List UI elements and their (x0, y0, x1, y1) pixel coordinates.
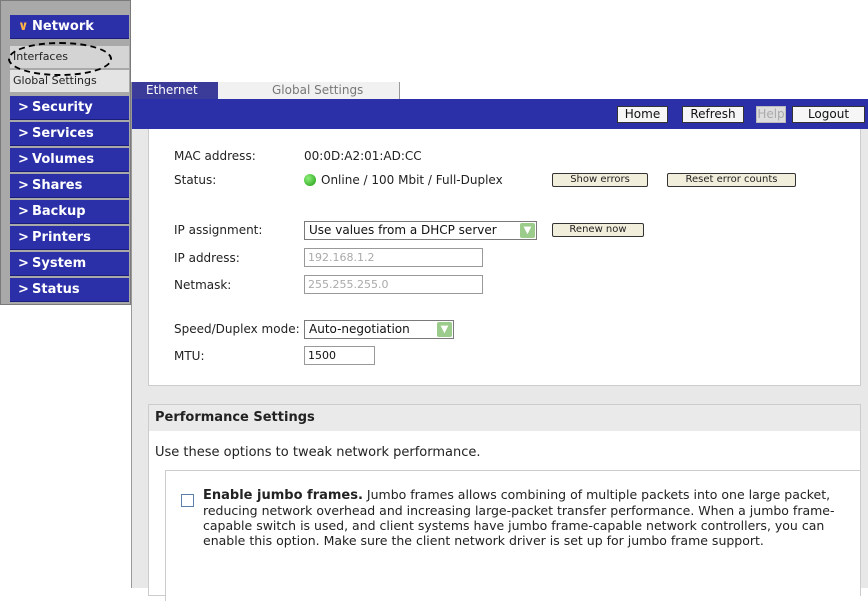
nav-status-label: Status (32, 282, 80, 297)
ip-address-field[interactable]: 192.168.1.2 (304, 248, 483, 267)
ip-assignment-select[interactable]: Use values from a DHCP server ▼ (304, 221, 537, 240)
nav-network-label: Network (32, 19, 94, 34)
status-value: Online / 100 Mbit / Full-Duplex (321, 173, 503, 187)
chevron-right-icon: > (18, 178, 29, 193)
nav-security-label: Security (32, 100, 93, 115)
chevron-right-icon: > (18, 152, 29, 167)
sidebar: ∨ Network Interfaces Global Settings > Sec… (0, 0, 131, 305)
chevron-right-icon: > (18, 230, 29, 245)
ip-assignment-value: Use values from a DHCP server (309, 223, 497, 237)
netmask-label: Netmask: (174, 278, 232, 292)
show-errors-button[interactable]: Show errors (552, 173, 648, 187)
interface-panel: MAC address: 00:0D:A2:01:AD:CC Status: O… (148, 129, 861, 386)
speed-duplex-value: Auto-negotiation (309, 322, 410, 336)
sidebar-item-global-settings[interactable]: Global Settings (10, 70, 129, 92)
nav-security[interactable]: > Security (10, 96, 129, 120)
chevron-right-icon: > (18, 126, 29, 141)
status-label: Status: (174, 173, 217, 187)
toolbar: Home Refresh Help Logout (132, 99, 868, 129)
netmask-field[interactable]: 255.255.255.0 (304, 275, 483, 294)
mac-value: 00:0D:A2:01:AD:CC (304, 149, 422, 163)
reset-error-counts-button[interactable]: Reset error counts (667, 173, 796, 187)
home-button[interactable]: Home (617, 106, 668, 123)
logout-button[interactable]: Logout (792, 106, 865, 123)
nav-printers-label: Printers (32, 230, 91, 245)
jumbo-frames-description: Enable jumbo frames. Jumbo frames allows… (203, 487, 843, 548)
mtu-label: MTU: (174, 349, 205, 363)
nav-status[interactable]: > Status (10, 278, 129, 302)
nav-volumes[interactable]: > Volumes (10, 148, 129, 172)
nav-backup[interactable]: > Backup (10, 200, 129, 224)
performance-panel: Performance Settings Use these options t… (148, 404, 861, 601)
ip-assignment-label: IP assignment: (174, 223, 263, 237)
performance-title: Performance Settings (149, 405, 860, 431)
chevron-right-icon: > (18, 204, 29, 219)
status-online-icon (304, 174, 316, 186)
chevron-right-icon: > (18, 256, 29, 271)
performance-description: Use these options to tweak network perfo… (155, 445, 481, 460)
content-area: MAC address: 00:0D:A2:01:AD:CC Status: O… (132, 129, 868, 601)
sidebar-item-label: Global Settings (13, 74, 97, 87)
nav-system-label: System (32, 256, 87, 271)
mtu-field[interactable]: 1500 (304, 346, 375, 365)
nav-system[interactable]: > System (10, 252, 129, 276)
nav-shares[interactable]: > Shares (10, 174, 129, 198)
nav-printers[interactable]: > Printers (10, 226, 129, 250)
nav-shares-label: Shares (32, 178, 83, 193)
ip-address-label: IP address: (174, 251, 240, 265)
tab-ethernet[interactable]: Ethernet (132, 82, 218, 99)
chevron-down-icon: ∨ (18, 19, 29, 34)
jumbo-frames-title: Enable jumbo frames. (203, 488, 363, 503)
speed-duplex-select[interactable]: Auto-negotiation ▼ (304, 320, 454, 339)
chevron-right-icon: > (18, 282, 29, 297)
jumbo-frames-checkbox[interactable] (181, 494, 194, 507)
chevron-down-icon: ▼ (437, 322, 452, 337)
nav-network[interactable]: ∨ Network (10, 15, 129, 39)
nav-services-label: Services (32, 126, 94, 141)
nav-backup-label: Backup (32, 204, 86, 219)
refresh-button[interactable]: Refresh (682, 106, 744, 123)
nav-services[interactable]: > Services (10, 122, 129, 146)
renew-now-button[interactable]: Renew now (552, 223, 644, 237)
nav-volumes-label: Volumes (32, 152, 95, 167)
tab-global-settings[interactable]: Global Settings (218, 82, 400, 99)
sidebar-item-interfaces[interactable]: Interfaces (10, 46, 129, 68)
jumbo-frames-option: Enable jumbo frames. Jumbo frames allows… (165, 470, 860, 601)
speed-duplex-label: Speed/Duplex mode: (174, 322, 300, 336)
sidebar-item-label: Interfaces (13, 50, 68, 63)
tab-bar: Ethernet Global Settings (132, 82, 868, 99)
chevron-down-icon: ▼ (520, 223, 535, 238)
help-button[interactable]: Help (756, 106, 786, 123)
mac-label: MAC address: (174, 149, 256, 163)
chevron-right-icon: > (18, 100, 29, 115)
main-window: Ethernet Global Settings Home Refresh He… (131, 82, 868, 601)
